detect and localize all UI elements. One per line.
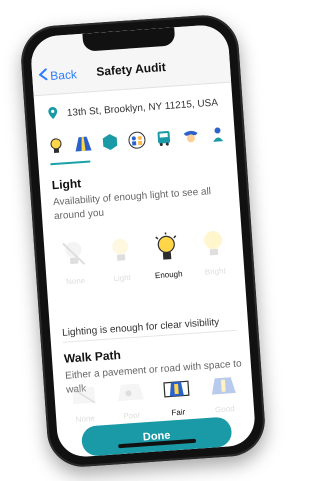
category-openness-tab[interactable]: [99, 132, 122, 155]
person-icon: [209, 124, 229, 148]
lightbulb-bright-icon: [198, 228, 228, 265]
category-security-tab[interactable]: [180, 127, 203, 150]
option-label: None: [65, 276, 86, 287]
done-button[interactable]: Done: [80, 416, 233, 457]
light-section-title: Light: [51, 176, 82, 193]
category-light-tab[interactable]: [45, 136, 68, 159]
category-people-tab[interactable]: [126, 130, 149, 153]
map-pin-icon: [46, 106, 59, 124]
app-screen: Back Safety Audit 13th St, Brooklyn, NY …: [29, 23, 257, 459]
walk-path-option-poor[interactable]: Poor: [108, 380, 153, 422]
path-poor-icon: [115, 380, 145, 409]
hexagon-icon: [100, 132, 120, 156]
phone-frame: Back Safety Audit 13th St, Brooklyn, NY …: [18, 12, 268, 470]
category-transport-tab[interactable]: [153, 129, 176, 152]
address-text: 13th St, Brooklyn, NY 11215, USA: [66, 97, 219, 119]
lightbulb-dim-icon: [105, 235, 135, 272]
option-label: Bright: [204, 266, 227, 277]
walk-path-option-good[interactable]: Good: [202, 373, 247, 415]
page-title: Safety Audit: [95, 60, 167, 79]
light-option-enough[interactable]: Enough: [145, 231, 190, 281]
path-fair-icon: [162, 377, 192, 406]
category-gender-tab[interactable]: [207, 125, 230, 148]
people-icon: [127, 130, 147, 154]
light-option-light[interactable]: Light: [98, 234, 143, 284]
option-label: Light: [113, 272, 132, 284]
path-none-icon: [69, 384, 99, 413]
category-bar: [45, 125, 230, 160]
stage: Back Safety Audit 13th St, Brooklyn, NY …: [0, 0, 288, 481]
option-label: Good: [214, 404, 235, 415]
category-walk-path-tab[interactable]: [72, 134, 95, 157]
option-label: None: [75, 413, 96, 425]
walk-path-option-none[interactable]: None: [62, 383, 107, 425]
path-good-icon: [209, 374, 239, 403]
walk-path-section-title: Walk Path: [63, 347, 122, 366]
light-options: None Light Enough Bright: [52, 228, 237, 288]
bus-icon: [154, 128, 174, 152]
option-label: Poor: [123, 410, 141, 421]
address-row: 13th St, Brooklyn, NY 11215, USA: [46, 94, 218, 123]
lightbulb-icon: [46, 136, 66, 160]
active-category-indicator: [50, 160, 91, 166]
lightbulb-icon: [152, 231, 182, 268]
police-icon: [181, 126, 201, 150]
lightbulb-off-icon: [59, 238, 89, 275]
option-label: Fair: [171, 407, 186, 418]
road-icon: [73, 134, 93, 158]
light-option-none[interactable]: None: [52, 237, 97, 287]
walk-path-option-fair[interactable]: Fair: [155, 377, 200, 419]
light-option-bright[interactable]: Bright: [191, 228, 236, 278]
option-label: Enough: [154, 269, 183, 281]
